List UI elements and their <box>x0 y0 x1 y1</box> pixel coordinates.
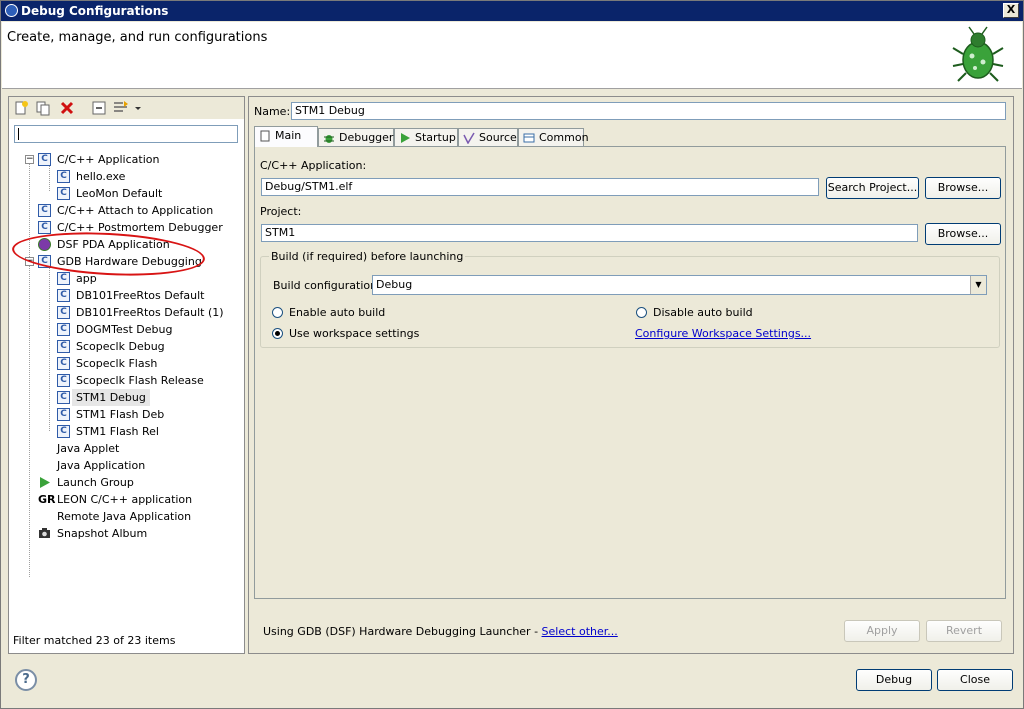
enable-auto-build-radio[interactable] <box>272 307 283 318</box>
revert-button[interactable]: Revert <box>926 620 1002 642</box>
main-tab-content: C/C++ Application: Debug/STM1.elf Search… <box>254 146 1006 599</box>
launch-group-icon <box>40 477 50 488</box>
application-field[interactable]: Debug/STM1.elf <box>261 178 819 196</box>
c-config-icon: C <box>57 187 70 200</box>
c-config-icon: C <box>57 170 70 183</box>
launcher-text: Using GDB (DSF) Hardware Debugging Launc… <box>263 625 618 638</box>
eclipse-icon <box>5 4 18 17</box>
configure-workspace-link[interactable]: Configure Workspace Settings... <box>635 327 811 340</box>
collapse-expander[interactable]: − <box>25 155 34 164</box>
build-group-title: Build (if required) before launching <box>269 250 466 263</box>
configuration-tree-panel: − C C/C++ Application C hello.exe C LeoM… <box>8 96 245 654</box>
tab-debugger[interactable]: Debugger <box>318 128 394 146</box>
chevron-down-icon[interactable] <box>133 100 143 116</box>
application-label: C/C++ Application: <box>260 159 367 172</box>
project-field[interactable]: STM1 <box>261 224 918 242</box>
apply-button[interactable]: Apply <box>844 620 920 642</box>
build-group: Build (if required) before launching Bui… <box>260 250 1000 348</box>
filter-status: Filter matched 23 of 23 items <box>13 634 176 647</box>
debugger-bug-icon <box>324 135 334 143</box>
c-config-icon: C <box>38 153 51 166</box>
tab-source[interactable]: Source <box>458 128 518 146</box>
use-workspace-settings-radio[interactable] <box>272 328 283 339</box>
new-config-icon[interactable] <box>13 100 29 116</box>
tab-common[interactable]: Common <box>518 128 589 146</box>
collapse-all-icon[interactable] <box>91 100 107 116</box>
startup-play-icon <box>401 133 410 143</box>
name-input[interactable]: STM1 Debug <box>291 102 1006 120</box>
enable-auto-build-label: Enable auto build <box>289 306 386 319</box>
c-config-icon: C <box>57 340 70 353</box>
window-title: Debug Configurations <box>21 4 169 18</box>
chevron-down-icon[interactable]: ▼ <box>970 276 986 294</box>
source-icon <box>463 132 475 144</box>
header-area: Create, manage, and run configurations <box>2 22 1022 89</box>
select-other-link[interactable]: Select other... <box>542 625 618 638</box>
tree-toolbar <box>9 97 244 119</box>
c-config-icon: C <box>57 391 70 404</box>
c-config-icon: C <box>57 272 70 285</box>
leon-gr-icon: GR <box>38 493 56 506</box>
c-config-icon: C <box>38 204 51 217</box>
c-config-icon: C <box>57 289 70 302</box>
c-config-icon: C <box>57 357 70 370</box>
filter-input[interactable] <box>14 125 238 143</box>
c-config-icon: C <box>57 306 70 319</box>
use-workspace-settings-label: Use workspace settings <box>289 327 420 340</box>
disable-auto-build-radio[interactable] <box>636 307 647 318</box>
c-config-icon: C <box>57 374 70 387</box>
header-text: Create, manage, and run configurations <box>7 30 268 45</box>
name-label: Name: <box>254 105 291 118</box>
help-icon[interactable]: ? <box>15 669 37 691</box>
filter-icon[interactable] <box>113 100 129 116</box>
c-config-icon: C <box>57 323 70 336</box>
browse-application-button[interactable]: Browse... <box>925 177 1001 199</box>
c-config-icon: C <box>57 408 70 421</box>
c-config-icon: C <box>57 425 70 438</box>
debug-configurations-window: Debug Configurations X Create, manage, a… <box>0 0 1024 709</box>
close-icon[interactable]: X <box>1003 3 1019 18</box>
debug-button[interactable]: Debug <box>856 669 932 691</box>
build-config-label: Build configuration: <box>273 279 381 292</box>
tab-main[interactable]: Main <box>254 126 318 147</box>
title-bar: Debug Configurations X <box>1 1 1023 21</box>
bug-icon <box>952 26 1004 82</box>
tab-startup[interactable]: Startup <box>394 128 458 146</box>
configuration-editor-panel: Name: STM1 Debug Main Debugger Startup S… <box>248 96 1014 654</box>
c-config-icon: C <box>38 221 51 234</box>
close-button[interactable]: Close <box>937 669 1013 691</box>
project-label: Project: <box>260 205 302 218</box>
main-tab-icon <box>260 130 270 142</box>
browse-project-button[interactable]: Browse... <box>925 223 1001 245</box>
duplicate-config-icon[interactable] <box>35 100 51 116</box>
build-config-select[interactable]: Debug ▼ <box>372 275 987 295</box>
delete-config-icon[interactable] <box>59 100 75 116</box>
common-table-icon <box>523 133 535 143</box>
camera-icon <box>39 528 50 538</box>
disable-auto-build-label: Disable auto build <box>653 306 753 319</box>
search-project-button[interactable]: Search Project... <box>826 177 919 199</box>
